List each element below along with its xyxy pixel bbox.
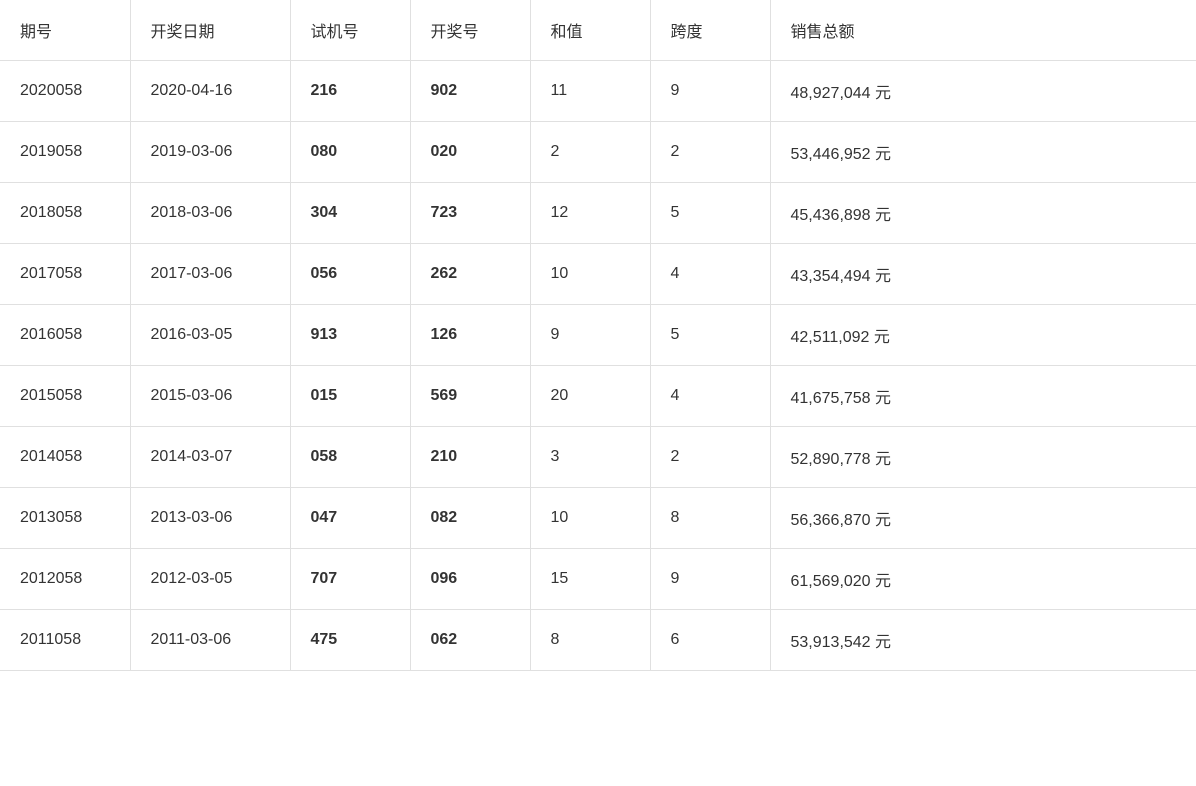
cell-date: 2018-03-06	[130, 183, 290, 244]
cell-qihao: 2012058	[0, 549, 130, 610]
cell-hezhi: 11	[530, 61, 650, 122]
cell-kuadu: 5	[650, 305, 770, 366]
table-row: 20150582015-03-0601556920441,675,758 元	[0, 366, 1196, 427]
cell-kuadu: 4	[650, 366, 770, 427]
cell-shiji: 058	[290, 427, 410, 488]
cell-qihao: 2015058	[0, 366, 130, 427]
cell-date: 2017-03-06	[130, 244, 290, 305]
table-header-row: 期号开奖日期试机号开奖号和值跨度销售总额	[0, 0, 1196, 61]
cell-kuadu: 6	[650, 610, 770, 671]
cell-shiji: 707	[290, 549, 410, 610]
table-row: 20180582018-03-0630472312545,436,898 元	[0, 183, 1196, 244]
table-row: 20200582020-04-1621690211948,927,044 元	[0, 61, 1196, 122]
col-header-kuadu: 跨度	[650, 0, 770, 61]
cell-qihao: 2019058	[0, 122, 130, 183]
cell-sales: 45,436,898 元	[770, 183, 1196, 244]
cell-kaijang: 262	[410, 244, 530, 305]
cell-hezhi: 15	[530, 549, 650, 610]
table-row: 20140582014-03-070582103252,890,778 元	[0, 427, 1196, 488]
cell-kaijang: 020	[410, 122, 530, 183]
cell-kuadu: 9	[650, 549, 770, 610]
cell-qihao: 2011058	[0, 610, 130, 671]
cell-sales: 52,890,778 元	[770, 427, 1196, 488]
cell-kaijang: 210	[410, 427, 530, 488]
cell-kuadu: 8	[650, 488, 770, 549]
cell-kaijang: 723	[410, 183, 530, 244]
cell-qihao: 2018058	[0, 183, 130, 244]
cell-date: 2020-04-16	[130, 61, 290, 122]
cell-shiji: 047	[290, 488, 410, 549]
cell-shiji: 080	[290, 122, 410, 183]
cell-hezhi: 10	[530, 244, 650, 305]
cell-qihao: 2014058	[0, 427, 130, 488]
cell-kaijang: 096	[410, 549, 530, 610]
cell-qihao: 2020058	[0, 61, 130, 122]
cell-kaijang: 082	[410, 488, 530, 549]
cell-sales: 43,354,494 元	[770, 244, 1196, 305]
table-row: 20130582013-03-0604708210856,366,870 元	[0, 488, 1196, 549]
table-row: 20160582016-03-059131269542,511,092 元	[0, 305, 1196, 366]
cell-date: 2012-03-05	[130, 549, 290, 610]
cell-shiji: 216	[290, 61, 410, 122]
cell-date: 2016-03-05	[130, 305, 290, 366]
col-header-shiji: 试机号	[290, 0, 410, 61]
cell-hezhi: 20	[530, 366, 650, 427]
table-row: 20170582017-03-0605626210443,354,494 元	[0, 244, 1196, 305]
cell-qihao: 2017058	[0, 244, 130, 305]
cell-kuadu: 2	[650, 427, 770, 488]
cell-date: 2014-03-07	[130, 427, 290, 488]
cell-qihao: 2016058	[0, 305, 130, 366]
cell-kaijang: 902	[410, 61, 530, 122]
cell-sales: 53,446,952 元	[770, 122, 1196, 183]
cell-shiji: 015	[290, 366, 410, 427]
cell-hezhi: 8	[530, 610, 650, 671]
cell-date: 2013-03-06	[130, 488, 290, 549]
col-header-kaijang: 开奖号	[410, 0, 530, 61]
cell-shiji: 913	[290, 305, 410, 366]
cell-shiji: 056	[290, 244, 410, 305]
cell-date: 2015-03-06	[130, 366, 290, 427]
col-header-hezhi: 和值	[530, 0, 650, 61]
cell-shiji: 475	[290, 610, 410, 671]
cell-sales: 53,913,542 元	[770, 610, 1196, 671]
cell-kaijang: 569	[410, 366, 530, 427]
table-body: 20200582020-04-1621690211948,927,044 元20…	[0, 61, 1196, 671]
table-container: 期号开奖日期试机号开奖号和值跨度销售总额 20200582020-04-1621…	[0, 0, 1196, 786]
cell-hezhi: 3	[530, 427, 650, 488]
cell-shiji: 304	[290, 183, 410, 244]
lottery-table: 期号开奖日期试机号开奖号和值跨度销售总额 20200582020-04-1621…	[0, 0, 1196, 671]
cell-sales: 41,675,758 元	[770, 366, 1196, 427]
cell-qihao: 2013058	[0, 488, 130, 549]
cell-kaijang: 062	[410, 610, 530, 671]
cell-sales: 42,511,092 元	[770, 305, 1196, 366]
cell-sales: 56,366,870 元	[770, 488, 1196, 549]
cell-date: 2019-03-06	[130, 122, 290, 183]
cell-kuadu: 5	[650, 183, 770, 244]
cell-date: 2011-03-06	[130, 610, 290, 671]
cell-kuadu: 2	[650, 122, 770, 183]
cell-sales: 61,569,020 元	[770, 549, 1196, 610]
cell-kuadu: 4	[650, 244, 770, 305]
cell-sales: 48,927,044 元	[770, 61, 1196, 122]
col-header-sales: 销售总额	[770, 0, 1196, 61]
cell-hezhi: 12	[530, 183, 650, 244]
cell-kaijang: 126	[410, 305, 530, 366]
cell-hezhi: 9	[530, 305, 650, 366]
cell-kuadu: 9	[650, 61, 770, 122]
cell-hezhi: 10	[530, 488, 650, 549]
table-row: 20190582019-03-060800202253,446,952 元	[0, 122, 1196, 183]
table-row: 20110582011-03-064750628653,913,542 元	[0, 610, 1196, 671]
col-header-date: 开奖日期	[130, 0, 290, 61]
table-row: 20120582012-03-0570709615961,569,020 元	[0, 549, 1196, 610]
cell-hezhi: 2	[530, 122, 650, 183]
col-header-qihao: 期号	[0, 0, 130, 61]
